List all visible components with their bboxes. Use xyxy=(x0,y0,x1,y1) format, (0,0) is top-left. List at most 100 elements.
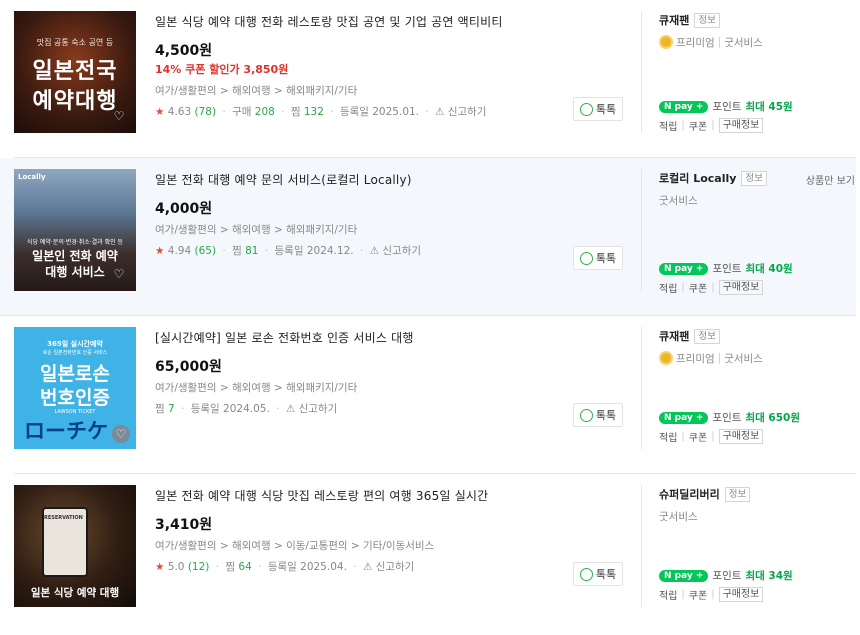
product-title[interactable]: [실시간예약] 일본 로손 전화번호 인증 서비스 대행 xyxy=(155,329,625,347)
registered-date: 등록일 2024.05. xyxy=(190,403,270,415)
only-products-link[interactable]: 상품만 보기 xyxy=(806,172,855,187)
thumb-caption: 식당 예약·문의·변경·취소·결과 확인 등 xyxy=(26,239,124,246)
npay-points: N pay + 포인트 최대 40원 xyxy=(659,261,859,276)
seller-name[interactable]: 슈퍼딜리버리 xyxy=(659,486,720,502)
heart-icon[interactable]: ♡ xyxy=(112,109,126,123)
benefit-coupon: 쿠폰 xyxy=(688,433,708,444)
benefit-coupon: 쿠폰 xyxy=(688,591,708,602)
purchase-info-button[interactable]: 구매정보 xyxy=(718,587,764,602)
wish-label: 찜 xyxy=(232,245,242,257)
product-item: 365일 실시간예약 로손 일본전화번호 인증 서비스 일본로손 번호인증 LA… xyxy=(14,316,856,474)
rating: 5.0 xyxy=(167,561,185,573)
grade-label: 프리미엄 xyxy=(676,36,715,49)
benefits-row: 적립 | 쿠폰 | 구매정보 xyxy=(659,118,859,133)
npay-badge: N pay + xyxy=(659,569,709,582)
heart-icon[interactable]: ♡ xyxy=(112,425,130,443)
product-thumbnail[interactable]: RESERVATION 일본 식당 예약 대행 xyxy=(14,485,136,607)
product-title[interactable]: 일본 전화 대행 예약 문의 서비스(로컬리 Locally) xyxy=(155,171,625,189)
divider xyxy=(641,485,642,607)
talktalk-label: 톡톡 xyxy=(595,568,617,581)
category-breadcrumb[interactable]: 여가/생활편의 > 해외여행 > 해외패키지/기타 xyxy=(155,83,625,97)
seller-name[interactable]: 큐재팬 xyxy=(659,328,689,344)
seller-grade: 굿서비스 xyxy=(659,508,859,524)
report-link[interactable]: 신고하기 xyxy=(376,561,415,573)
seller-info-button[interactable]: 정보 xyxy=(741,170,767,186)
review-count[interactable]: (65) xyxy=(195,245,217,257)
registered-date: 등록일 2025.04. xyxy=(267,561,347,573)
seller-grade: 프리미엄 | 굿서비스 xyxy=(659,34,859,50)
npay-max: 최대 45원 xyxy=(745,101,793,113)
seller-info-button[interactable]: 정보 xyxy=(694,12,720,28)
report-icon[interactable]: ⚠ xyxy=(435,106,444,118)
product-thumbnail[interactable]: 맛집 공통 숙소 공연 등 일본전국 예약대행 ♡ xyxy=(14,11,136,133)
talktalk-label: 톡톡 xyxy=(595,409,617,422)
purchase-count: 208 xyxy=(254,106,275,118)
report-icon[interactable]: ⚠ xyxy=(363,561,372,573)
seller-info-button[interactable]: 정보 xyxy=(694,328,720,344)
benefit-coupon: 쿠폰 xyxy=(688,122,708,133)
product-item: 맛집 공통 숙소 공연 등 일본전국 예약대행 ♡ 일본 식당 예약 대행 전화… xyxy=(14,0,856,158)
npay-badge: N pay + xyxy=(659,100,709,113)
review-count[interactable]: (78) xyxy=(195,106,217,118)
npay-max: 최대 34원 xyxy=(745,570,793,582)
benefits-row: 적립 | 쿠폰 | 구매정보 xyxy=(659,587,859,602)
benefit-coupon: 쿠폰 xyxy=(688,284,708,295)
seller-name[interactable]: 로컬리 Locally xyxy=(659,170,736,186)
medal-icon xyxy=(659,351,673,365)
product-list: 맛집 공통 숙소 공연 등 일본전국 예약대행 ♡ 일본 식당 예약 대행 전화… xyxy=(0,0,860,632)
seller-name-row: 큐재팬 정보 xyxy=(659,12,859,28)
thumb-logo: ローチケ xyxy=(24,419,108,443)
product-item: Locally 식당 예약·문의·변경·취소·결과 확인 등 일본인 전화 예약… xyxy=(0,158,856,316)
category-breadcrumb[interactable]: 여가/생활편의 > 해외여행 > 해외패키지/기타 xyxy=(155,222,625,236)
report-link[interactable]: 신고하기 xyxy=(448,106,487,118)
benefits-row: 적립 | 쿠폰 | 구매정보 xyxy=(659,280,859,295)
divider xyxy=(641,169,642,291)
product-meta: ★ 5.0 (12) · 찜 64 · 등록일 2025.04. · ⚠ 신고하… xyxy=(155,561,415,573)
product-thumbnail[interactable]: 365일 실시간예약 로손 일본전화번호 인증 서비스 일본로손 번호인증 LA… xyxy=(14,327,136,449)
talktalk-button[interactable]: 톡톡 xyxy=(573,246,623,270)
product-thumbnail[interactable]: Locally 식당 예약·문의·변경·취소·결과 확인 등 일본인 전화 예약… xyxy=(14,169,136,291)
grade-sub: 굿서비스 xyxy=(659,194,698,207)
purchase-info-button[interactable]: 구매정보 xyxy=(718,280,764,295)
benefit-reward: 적립 xyxy=(659,284,678,295)
seller-name[interactable]: 큐재팬 xyxy=(659,12,689,28)
wish-label: 찜 xyxy=(155,403,165,415)
product-title[interactable]: 일본 식당 예약 대행 전화 레스토랑 맛집 공연 및 기업 공연 액티비티 xyxy=(155,13,625,31)
thumb-brand: Locally xyxy=(18,173,46,181)
talktalk-button[interactable]: 톡톡 xyxy=(573,97,623,121)
npay-points: N pay + 포인트 최대 45원 xyxy=(659,99,859,114)
review-count[interactable]: (12) xyxy=(188,561,210,573)
purchase-info-button[interactable]: 구매정보 xyxy=(718,118,764,133)
purchase-label: 구매 xyxy=(232,106,252,118)
category-breadcrumb[interactable]: 여가/생활편의 > 해외여행 > 해외패키지/기타 xyxy=(155,380,625,394)
benefit-reward: 적립 xyxy=(659,122,678,133)
seller-name-row: 큐재팬 정보 xyxy=(659,328,859,344)
npay-point-label: 포인트 xyxy=(712,101,742,113)
purchase-info-button[interactable]: 구매정보 xyxy=(718,429,764,444)
seller-name-row: 슈퍼딜리버리 정보 xyxy=(659,486,859,502)
talktalk-button[interactable]: 톡톡 xyxy=(573,403,623,427)
product-price: 65,000원 xyxy=(155,359,222,375)
report-icon[interactable]: ⚠ xyxy=(286,403,295,415)
product-title[interactable]: 일본 전화 예약 대행 식당 맛집 레스토랑 편의 여행 365일 실시간 xyxy=(155,487,625,505)
thumb-caption-2: 로손 일본전화번호 인증 서비스 xyxy=(42,350,108,356)
talktalk-button[interactable]: 톡톡 xyxy=(573,562,623,586)
talktalk-label: 톡톡 xyxy=(595,103,617,116)
seller-info-button[interactable]: 정보 xyxy=(724,486,751,502)
report-link[interactable]: 신고하기 xyxy=(299,403,338,415)
npay-badge: N pay + xyxy=(659,262,709,275)
registered-date: 등록일 2025.01. xyxy=(339,106,420,118)
product-meta: ★ 4.63 (78) · 구매 208 · 찜 132 · 등록일 2025.… xyxy=(155,106,487,118)
heart-icon[interactable]: ♡ xyxy=(112,267,126,281)
chat-bubble-icon xyxy=(579,567,593,581)
benefit-reward: 적립 xyxy=(659,433,678,444)
report-link[interactable]: 신고하기 xyxy=(382,245,421,257)
talktalk-label: 톡톡 xyxy=(595,252,617,265)
star-icon: ★ xyxy=(155,106,165,118)
category-breadcrumb[interactable]: 여가/생활편의 > 해외여행 > 이동/교통편의 > 기타/이동서비스 xyxy=(155,538,625,552)
thumb-title-line1: 일본 식당 예약 대행 xyxy=(30,587,120,599)
report-icon[interactable]: ⚠ xyxy=(370,245,379,257)
product-info: [실시간예약] 일본 로손 전화번호 인증 서비스 대행 65,000원 여가/… xyxy=(155,329,625,415)
star-icon: ★ xyxy=(155,561,165,573)
npay-points: N pay + 포인트 최대 34원 xyxy=(659,568,859,583)
